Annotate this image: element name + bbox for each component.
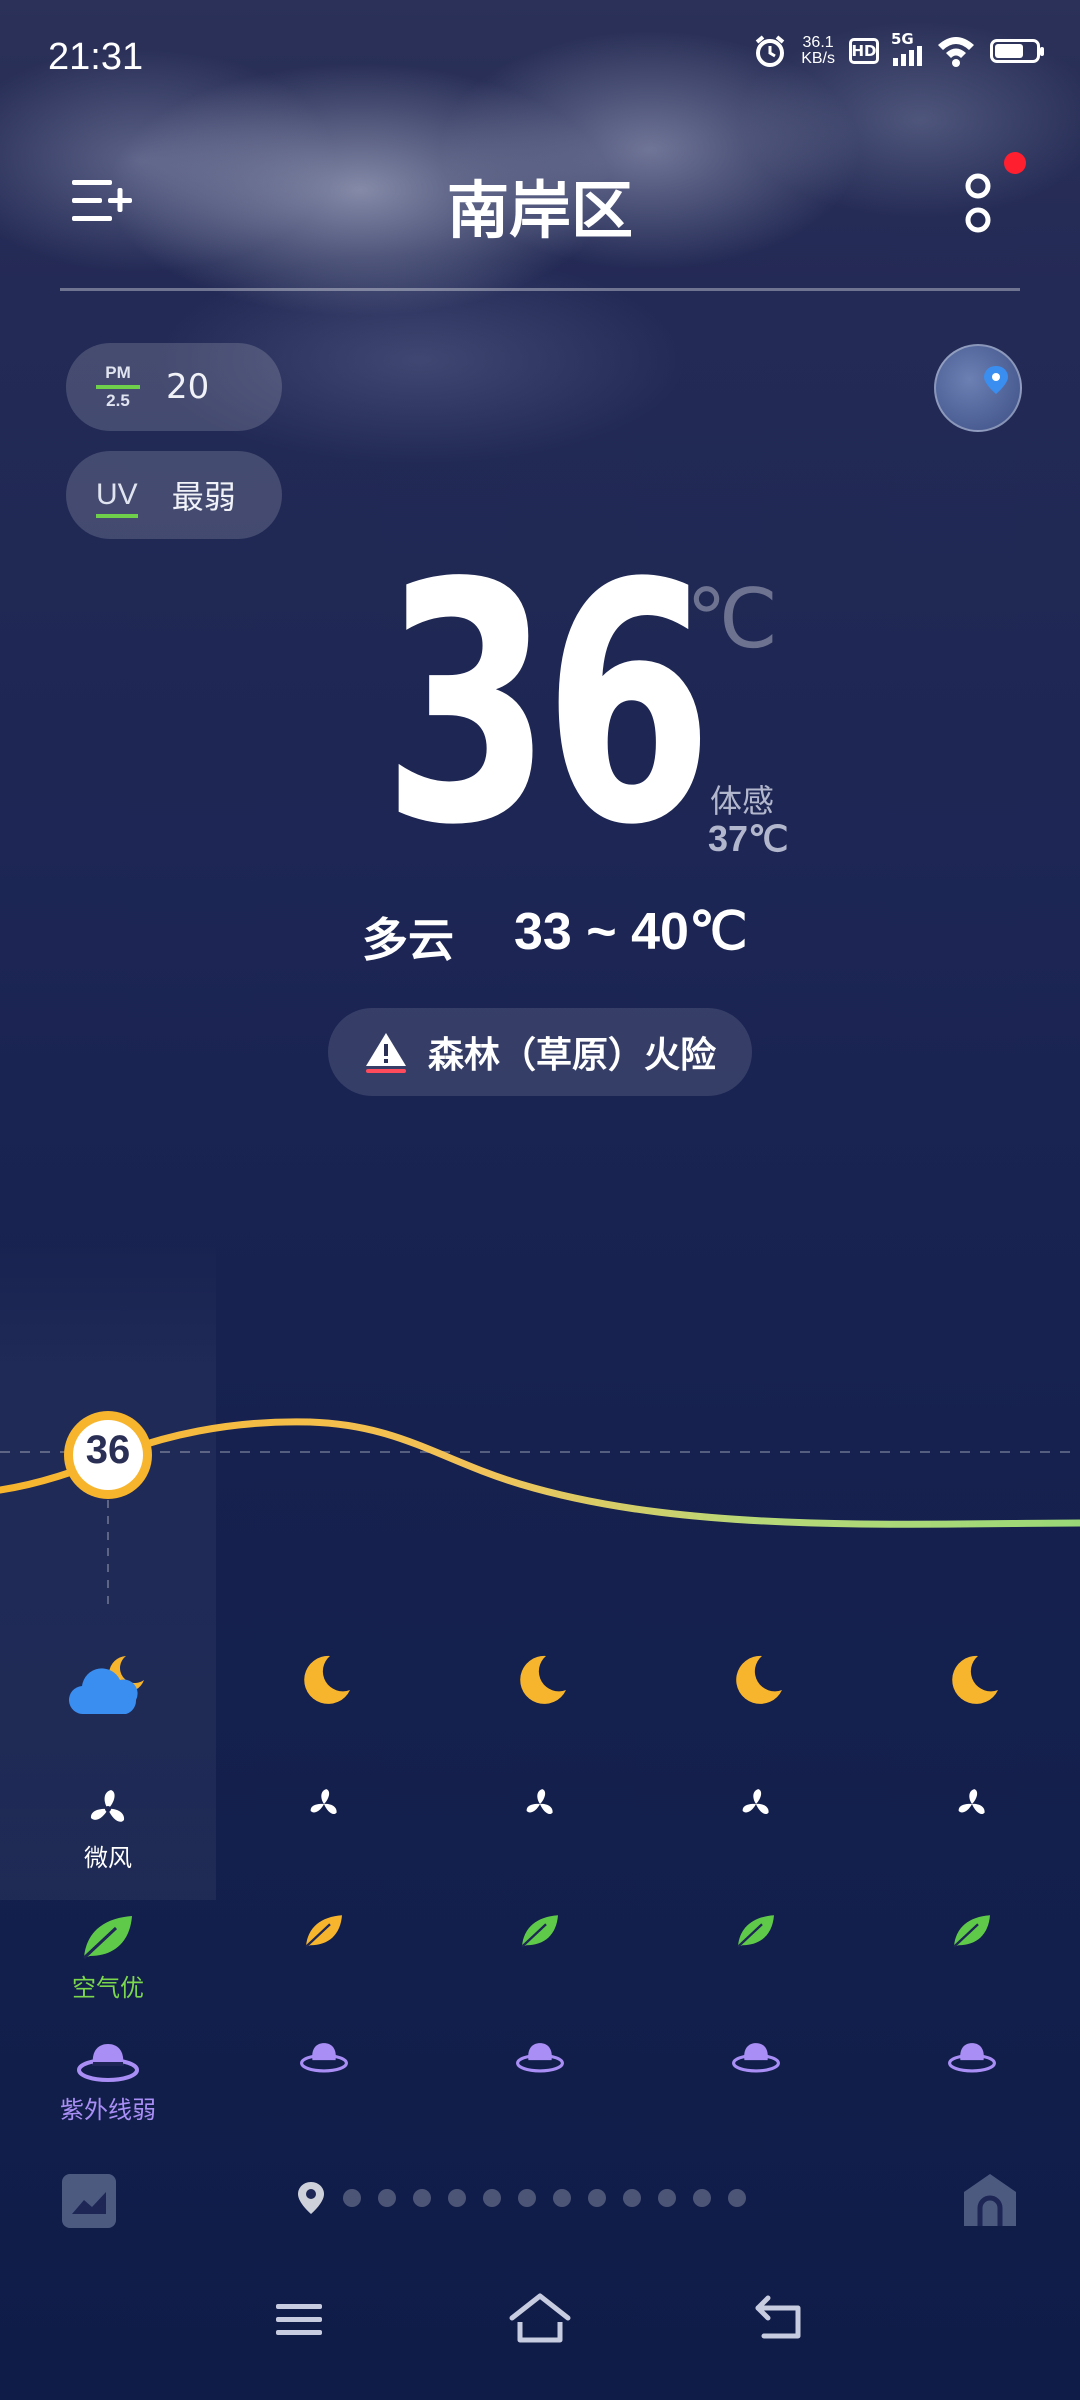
more-options-icon[interactable] — [960, 170, 996, 240]
trend-chart-button[interactable] — [62, 2174, 116, 2228]
moon-icon — [952, 1655, 998, 1704]
cell-signal-icon: 5G — [891, 30, 922, 66]
moon-icon — [304, 1655, 350, 1704]
wind-label: 微风 — [84, 1844, 132, 1872]
sun-hat-icon — [516, 2043, 564, 2073]
temperature-range: 33 ~ 40℃ — [514, 903, 748, 961]
page-dot — [623, 2189, 641, 2207]
status-icons: 36.1 KB/s HD 5G — [753, 30, 1044, 68]
hourly-weather-cell — [216, 1650, 432, 1720]
trend-chart-icon — [72, 2192, 106, 2214]
uv-label: 紫外线弱 — [60, 2096, 156, 2124]
location-pin-icon — [298, 2182, 324, 2214]
hd-icon: HD — [849, 38, 879, 64]
hourly-uv-cell — [216, 2040, 432, 2125]
wind-fan-icon — [526, 1789, 553, 1815]
hourly-uv-cell — [432, 2040, 648, 2125]
hourly-uv-cell — [648, 2040, 864, 2125]
map-pin-icon — [984, 366, 1008, 394]
uv-icon: UV — [96, 478, 138, 518]
sun-hat-icon — [300, 2043, 348, 2073]
wifi-icon — [938, 37, 974, 67]
feels-like-value: 37℃ — [708, 818, 789, 859]
hourly-air-cell — [864, 1912, 1080, 2003]
page-dot — [483, 2189, 501, 2207]
weather-condition: 多云 — [362, 913, 454, 967]
page-dot — [413, 2189, 431, 2207]
page-dot — [728, 2189, 746, 2207]
page-dot — [378, 2189, 396, 2207]
moon-icon — [736, 1655, 782, 1704]
hourly-weather-cell — [0, 1650, 216, 1720]
hourly-uv-row: 紫外线弱 — [0, 2040, 1080, 2125]
hourly-uv-cell: 紫外线弱 — [0, 2040, 216, 2125]
hourly-weather-cell — [432, 1650, 648, 1720]
sun-hat-icon — [77, 2044, 139, 2082]
moon-icon — [520, 1655, 566, 1704]
leaf-icon — [305, 1915, 342, 1948]
warning-icon — [365, 1033, 406, 1073]
hourly-uv-cell — [864, 2040, 1080, 2125]
temperature-unit: ℃ — [686, 572, 779, 667]
hourly-wind-cell — [432, 1786, 648, 1873]
alarm-icon — [755, 35, 785, 67]
wind-fan-icon — [90, 1790, 125, 1822]
hourly-wind-cell — [864, 1786, 1080, 1873]
hourly-wind-row: 微风 — [0, 1786, 1080, 1873]
notification-dot — [1004, 152, 1026, 174]
hourly-air-cell — [216, 1912, 432, 2003]
leaf-icon — [82, 1916, 132, 1960]
leaf-icon — [737, 1915, 774, 1948]
hourly-wind-cell — [648, 1786, 864, 1873]
page-dot — [693, 2189, 711, 2207]
alert-text: 森林（草原）火险 — [427, 1035, 716, 1076]
cloudy-night-icon — [68, 1656, 144, 1715]
nav-back-icon[interactable] — [754, 2294, 808, 2342]
page-dot — [588, 2189, 606, 2207]
pm25-icon: PM 2.5 — [96, 363, 140, 411]
feels-like-label: 体感 — [710, 782, 775, 820]
page-dot — [553, 2189, 571, 2207]
hourly-air-row: 空气优 — [0, 1912, 1080, 2003]
hourly-temperature-curve — [0, 1411, 1080, 1612]
wind-fan-icon — [310, 1789, 337, 1815]
hourly-weather-cell — [648, 1650, 864, 1720]
leaf-icon — [953, 1915, 990, 1948]
city-pager[interactable] — [296, 2180, 746, 2216]
pm25-value: 20 — [166, 367, 210, 407]
page-dot — [518, 2189, 536, 2207]
hourly-wind-cell: 微风 — [0, 1786, 216, 1873]
hourly-air-cell: 空气优 — [0, 1912, 216, 2003]
page-dot — [343, 2189, 361, 2207]
hourly-air-cell — [432, 1912, 648, 2003]
fire-risk-alert[interactable]: 森林（草原）火险 — [328, 1008, 752, 1096]
page-dot — [448, 2189, 466, 2207]
nav-menu-icon[interactable] — [274, 2300, 324, 2340]
location-title[interactable]: 南岸区 — [0, 160, 1080, 250]
wind-fan-icon — [958, 1789, 985, 1815]
header-divider — [60, 288, 1020, 291]
leaf-icon — [521, 1915, 558, 1948]
hourly-air-cell — [648, 1912, 864, 2003]
map-button[interactable] — [934, 344, 1022, 432]
page-dot — [658, 2189, 676, 2207]
uv-chip[interactable]: UV 最弱 — [66, 451, 282, 539]
hourly-weather-cell — [864, 1650, 1080, 1720]
uv-value: 最弱 — [171, 478, 236, 516]
nav-home-icon[interactable] — [508, 2292, 572, 2344]
sun-hat-icon — [948, 2043, 996, 2073]
hourly-wind-cell — [216, 1786, 432, 1873]
sun-hat-icon — [732, 2043, 780, 2073]
home-city-icon[interactable] — [960, 2170, 1020, 2230]
battery-icon — [990, 39, 1044, 63]
current-temp-badge: 36 — [85, 1428, 131, 1472]
hourly-weather-row — [0, 1650, 1080, 1720]
air-quality-label: 空气优 — [72, 1974, 144, 2002]
network-speed: 36.1 KB/s — [801, 34, 835, 67]
current-temperature: 36 — [382, 513, 713, 897]
status-time: 21:31 — [48, 36, 144, 78]
wind-fan-icon — [742, 1789, 769, 1815]
pm25-chip[interactable]: PM 2.5 20 — [66, 343, 282, 431]
